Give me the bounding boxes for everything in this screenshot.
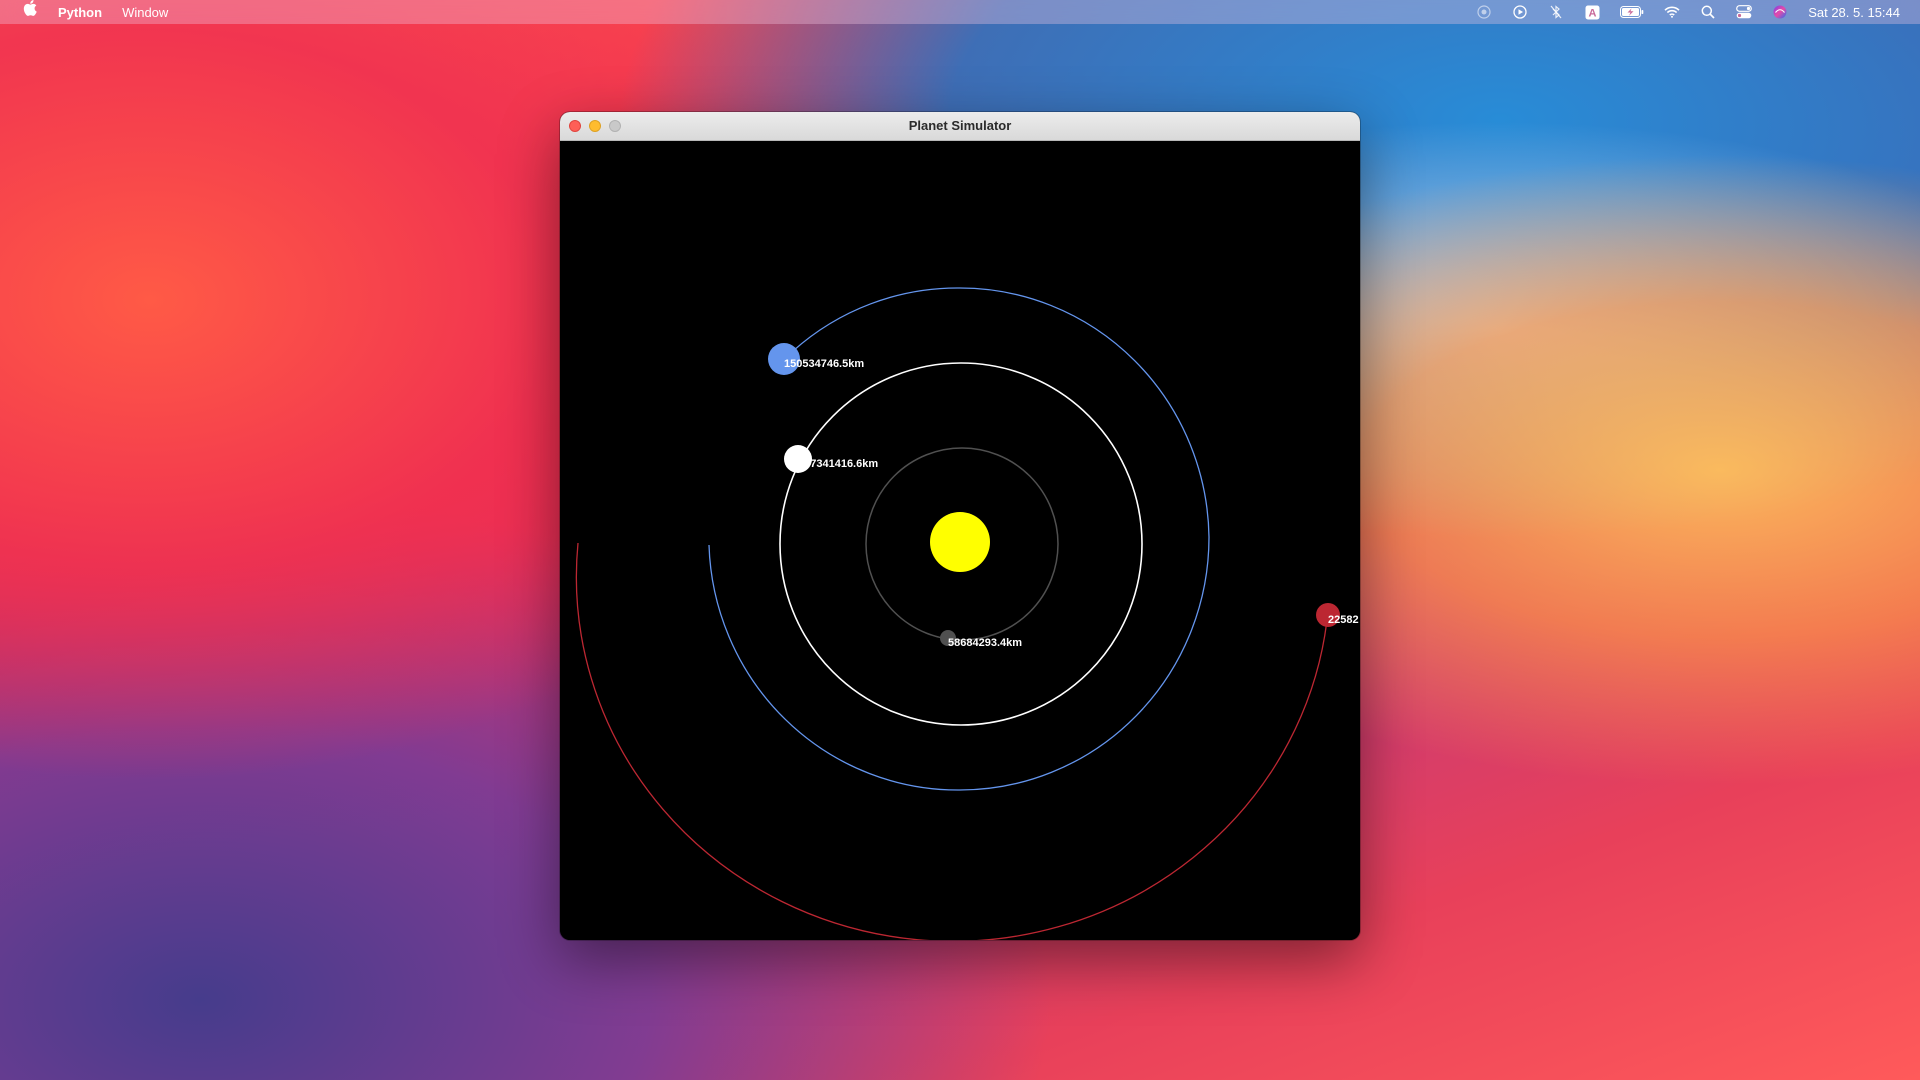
- menubar-clock[interactable]: Sat 28. 5. 15:44: [1808, 5, 1900, 20]
- control-center-icon[interactable]: [1736, 5, 1753, 19]
- screen-record-icon[interactable]: [1476, 5, 1492, 19]
- wifi-icon[interactable]: [1664, 5, 1680, 19]
- spotlight-search-icon[interactable]: [1700, 5, 1716, 19]
- venus-distance-label: 107341416.6km: [798, 458, 878, 470]
- earth-distance-label: 150534746.5km: [784, 358, 864, 370]
- menu-bar: Python Window A Sat 28. 5. 15:44: [0, 0, 1920, 24]
- mars-distance-label: 22582: [1328, 614, 1359, 626]
- sun: [930, 512, 990, 572]
- keyboard-input-label: A: [1588, 7, 1596, 19]
- mars-orbit-trail: [575, 542, 1329, 940]
- simulation-canvas: 58684293.4km 107341416.6km 150534746.5km…: [560, 141, 1360, 940]
- planet-simulator-window: Planet Simulator 58684293.4km 107341416.…: [560, 112, 1360, 940]
- mercury-distance-label: 58684293.4km: [948, 637, 1022, 649]
- app-menu-python[interactable]: Python: [58, 5, 102, 20]
- apple-logo-icon[interactable]: [22, 0, 38, 24]
- keyboard-input-A-icon[interactable]: A: [1584, 5, 1600, 19]
- window-titlebar[interactable]: Planet Simulator: [560, 112, 1360, 141]
- play-circle-icon[interactable]: [1512, 5, 1528, 19]
- siri-icon[interactable]: [1772, 5, 1788, 19]
- battery-charging-icon[interactable]: [1620, 5, 1644, 19]
- bluetooth-off-icon[interactable]: [1548, 5, 1564, 19]
- window-title: Planet Simulator: [908, 118, 1012, 133]
- menu-window[interactable]: Window: [122, 5, 168, 20]
